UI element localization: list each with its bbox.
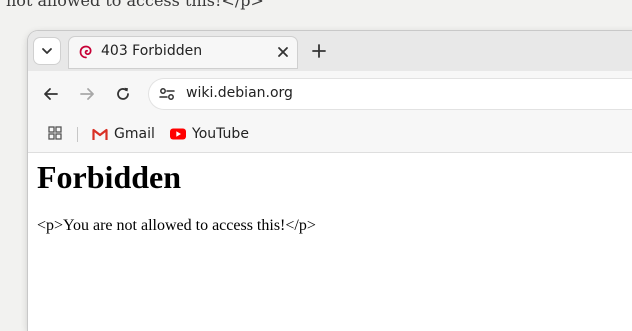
browser-tab[interactable]: 403 Forbidden: [69, 37, 297, 68]
bookmark-gmail[interactable]: Gmail: [92, 124, 155, 144]
reload-icon[interactable]: [115, 86, 131, 102]
forward-arrow-icon[interactable]: [79, 86, 95, 102]
tab-bar: 403 Forbidden: [28, 31, 632, 71]
bookmark-label: YouTube: [192, 126, 249, 142]
chevron-down-icon: [42, 48, 52, 54]
site-info-tune-icon[interactable]: [159, 87, 175, 101]
close-icon[interactable]: [277, 46, 289, 58]
bookmark-youtube[interactable]: YouTube: [170, 124, 249, 144]
bookmarks-bar: Gmail YouTube: [28, 117, 632, 153]
navigation-toolbar: wiki.debian.org: [28, 71, 632, 117]
background-page-text: not allowed to access this!</p>: [6, 0, 264, 10]
apps-grid-icon[interactable]: [48, 126, 62, 140]
back-arrow-icon[interactable]: [43, 86, 59, 102]
browser-window: 403 Forbidden wiki.debian.org Gmail YouT…: [28, 31, 632, 331]
new-tab-plus-icon[interactable]: [312, 44, 326, 58]
page-heading: Forbidden: [37, 159, 182, 195]
page-content: Forbidden <p>You are not allowed to acce…: [28, 153, 632, 331]
bookmarks-divider: [77, 127, 78, 142]
address-bar[interactable]: wiki.debian.org: [149, 79, 632, 109]
tab-list-button[interactable]: [34, 38, 60, 64]
bookmark-label: Gmail: [114, 126, 155, 142]
page-body-text: <p>You are not allowed to access this!</…: [37, 217, 316, 234]
tab-title: 403 Forbidden: [101, 43, 203, 59]
url-text[interactable]: wiki.debian.org: [186, 85, 293, 101]
debian-swirl-icon: [79, 45, 92, 59]
gmail-icon: [92, 128, 108, 140]
youtube-icon: [170, 128, 186, 140]
